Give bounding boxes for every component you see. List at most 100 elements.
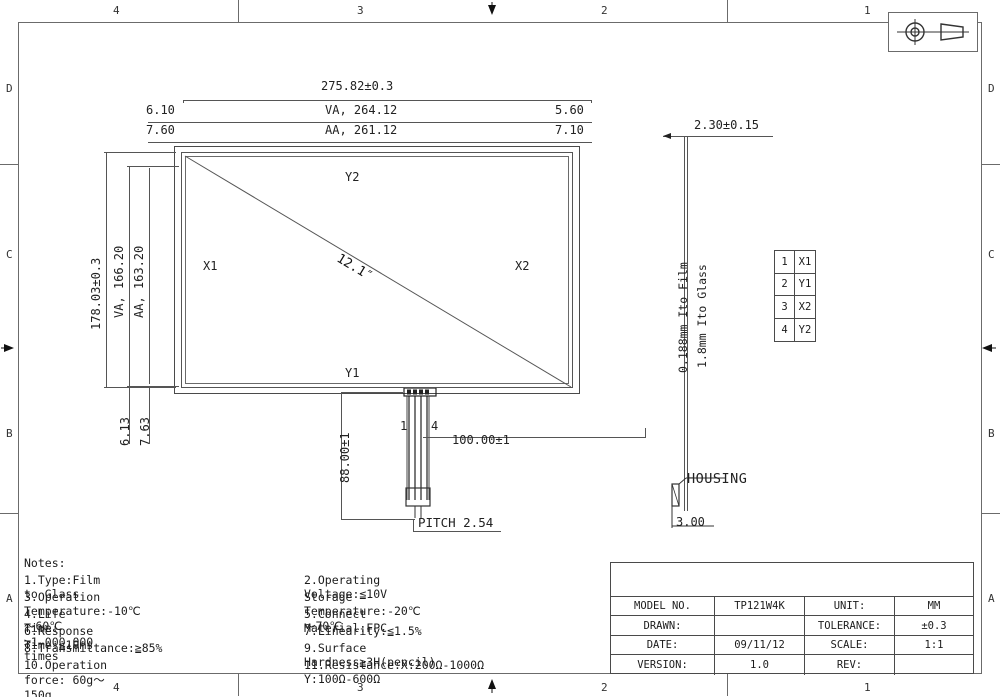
electrode-label-x2: X2 [515,259,530,273]
note-10: 10.Operation force: 60g～150g [24,658,108,697]
tb-value-drawn [715,616,805,635]
dim-ext-oh-top [104,152,176,153]
dim-aa-height: AA, 163.20 [132,245,146,318]
first-angle-projection-icon [897,19,969,45]
drawing-sheet: 4 3 2 1 4 3 2 1 D C B A D C B A 275.82±0… [0,0,1000,697]
dim-va-width: VA, 264.12 [325,103,398,117]
tb-value-tolerance: ±0.3 [921,619,947,632]
dim-line-overall-width [183,100,592,101]
dim-left-margin-1: 6.10 [146,103,175,117]
tb-label-drawn: DRAWN: [611,616,715,635]
label-housing: HOUSING [687,471,748,487]
zone-right-A: A [988,592,995,605]
dim-tail-length: 88.00±1 [338,432,352,483]
dim-line-thickness [663,136,773,137]
tb-label-unit: UNIT: [805,597,895,616]
tb-label-model-no: MODEL NO. [611,597,715,616]
zone-tick-bottom-2 [727,674,728,696]
zone-tick-bottom-1 [238,674,239,696]
pin-signal: X1 [798,255,812,268]
title-block-row: VERSION: 1.0 REV: [611,655,973,675]
zone-top-4: 4 [113,4,120,17]
dim-overall-width: 275.82±0.3 [321,79,394,93]
dim-ext-va-bot [127,386,179,387]
dim-ext-pitch [413,519,414,532]
tb-label-rev: REV: [805,655,895,675]
zone-bottom-1: 1 [864,681,871,694]
zone-top-1: 1 [864,4,871,17]
zone-bottom-4: 4 [113,681,120,694]
zone-tick-right-1 [981,164,1000,165]
dim-line-aa-height [149,168,150,384]
center-mark-right-icon [982,344,996,352]
pin-number: 3 [775,296,795,318]
electrode-label-y1: Y1 [345,366,360,380]
title-block-row: DATE: 09/11/12 SCALE: 1:1 [611,635,973,656]
pin-row: 2 Y1 [775,273,815,296]
dim-right-margin-2: 7.10 [555,123,584,137]
center-mark-top-icon [488,2,496,15]
dim-ext-tail-bot [341,519,415,520]
center-mark-left-icon [1,344,14,352]
dim-ext-ow-left [183,100,184,103]
pin-number: 4 [775,318,795,341]
zone-bottom-2: 2 [601,681,608,694]
projection-symbol-box [888,12,978,52]
tb-value-scale: 1:1 [924,638,944,651]
center-mark-bottom-icon [488,679,496,693]
label-glass-layer: 1.8mm Ito Glass [695,264,709,368]
tb-label-tolerance: TOLERANCE: [805,616,895,635]
dim-overall-height: 178.03±0.3 [89,257,103,330]
zone-tick-left-2 [0,513,19,514]
thickness-arrow-icon [663,133,671,139]
dim-ext-tail-offset [645,428,646,438]
tb-value-unit: MM [927,600,941,613]
title-block: MODEL NO. TP121W4K UNIT: MM DRAWN: TOLER… [610,562,974,675]
title-block-header [611,563,973,597]
dim-total-thickness: 2.30±0.15 [694,118,760,132]
fpc-pin-first: 1 [400,419,408,433]
zone-left-D: D [6,82,13,95]
dim-line-pitch [413,531,501,532]
label-film-layer: 0.188mm Ito Film [676,262,690,373]
zone-tick-top-1 [238,0,239,22]
zone-right-C: C [988,248,995,261]
zone-right-B: B [988,427,995,440]
electrode-label-x1: X1 [203,259,218,273]
dim-left-margin-2: 7.60 [146,123,175,137]
dim-pitch: PITCH 2.54 [418,515,494,530]
dim-aa-width: AA, 261.12 [325,123,398,137]
pin-row: 1 X1 [775,251,815,274]
zone-left-A: A [6,592,13,605]
dim-ext-tail-top [341,392,403,393]
zone-left-C: C [6,248,13,261]
pin-row: 3 X2 [775,296,815,319]
electrode-label-y2: Y2 [345,170,360,184]
note-8: 8.Transmittance:≧85% [24,641,163,655]
dim-tail-offset: 100.00±1 [452,433,510,447]
fpc-tail [403,388,437,518]
fpc-pin-last: 4 [431,419,439,433]
pin-row: 4 Y2 [775,318,815,341]
tb-label-date: DATE: [611,635,715,655]
dim-right-margin-1: 5.60 [555,103,584,117]
zone-left-B: B [6,427,13,440]
title-block-row: MODEL NO. TP121W4K UNIT: MM [611,597,973,617]
pin-signal: Y1 [798,278,812,291]
dim-housing: 3.00 [676,515,705,529]
dim-ext-va-top [127,166,179,167]
dim-line-overall-height [106,152,107,387]
zone-right-D: D [988,82,995,95]
pin-signal: Y2 [798,323,812,336]
tb-value-date: 09/11/12 [715,635,805,655]
pin-number: 1 [775,251,795,273]
title-block-row: DRAWN: TOLERANCE: ±0.3 [611,616,973,636]
dim-line-va-height [129,166,130,386]
pin-assignment-table: 1 X1 2 Y1 3 X2 4 Y2 [774,250,816,342]
note-11: 11.Resistance:X:200Ω-1000Ω Y:100Ω-600Ω [304,658,485,686]
dim-line-aa-width [148,142,592,143]
zone-tick-right-2 [981,513,1000,514]
dim-ext-bm1 [129,388,130,444]
tb-value-version: 1.0 [715,655,805,675]
zone-tick-top-2 [727,0,728,22]
